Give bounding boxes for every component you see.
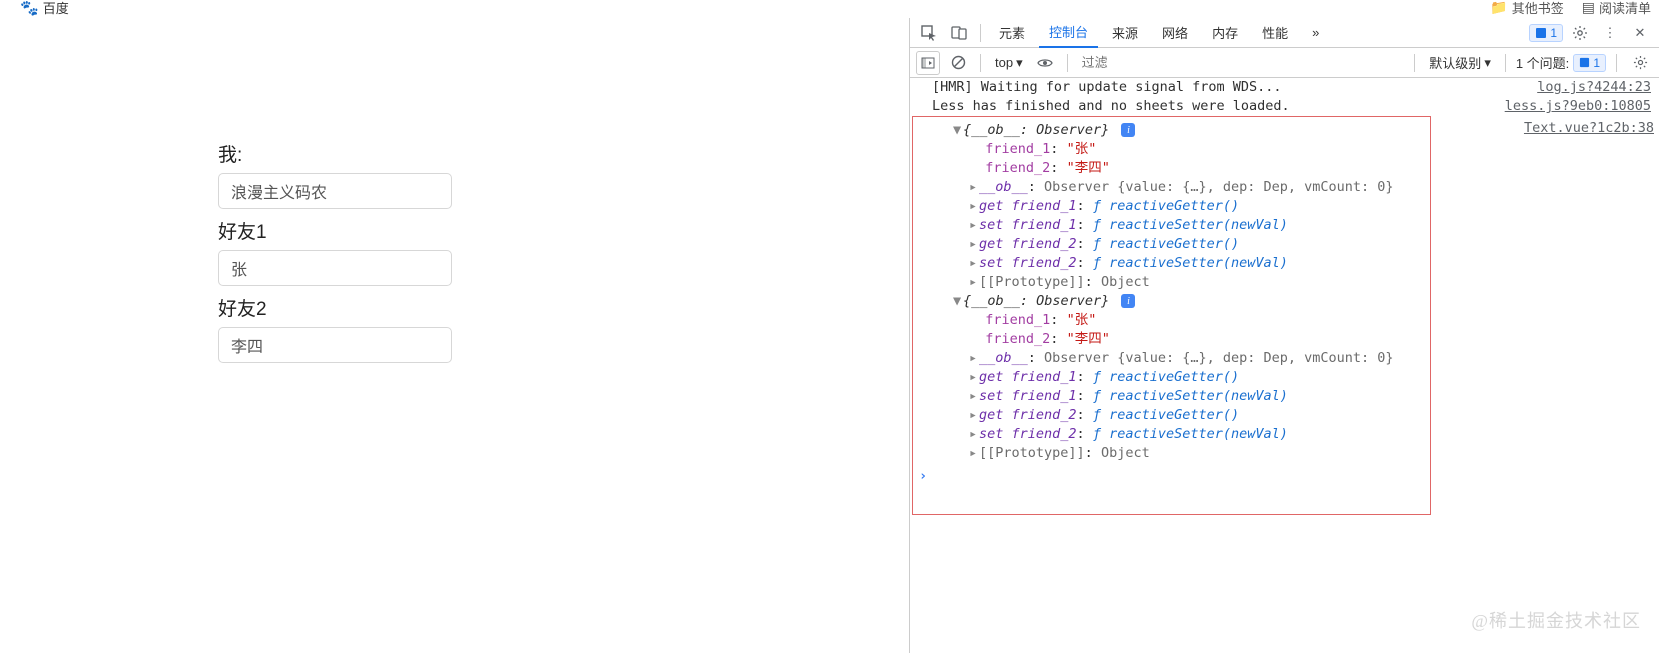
console-sidebar-toggle-icon[interactable] xyxy=(916,51,940,75)
object-property[interactable]: friend_2: "李四" xyxy=(913,330,1430,349)
tab-performance[interactable]: 性能 xyxy=(1252,18,1298,48)
object-accessor[interactable]: ▸get friend_2: ƒ reactiveGetter() xyxy=(913,406,1430,425)
object-accessor[interactable]: ▸set friend_1: ƒ reactiveSetter(newVal) xyxy=(913,216,1430,235)
issue-icon xyxy=(1579,57,1590,68)
object-prototype[interactable]: ▸[[Prototype]]: Object xyxy=(913,273,1430,292)
devtools-tabbar: 元素 控制台 来源 网络 内存 性能 » 1 ⋮ ✕ xyxy=(910,18,1659,48)
me-label: 我: xyxy=(218,140,458,167)
highlighted-console-group: Text.vue?1c2b:38 ▼{__ob__: Observer} i f… xyxy=(912,116,1431,515)
object-property[interactable]: ▸__ob__: Observer {value: {…}, dep: Dep,… xyxy=(913,349,1430,368)
site-identity: 🐾 百度 xyxy=(20,0,69,17)
tab-memory[interactable]: 内存 xyxy=(1202,18,1248,48)
object-accessor[interactable]: ▸set friend_2: ƒ reactiveSetter(newVal) xyxy=(913,254,1430,273)
log-row: Less has finished and no sheets were loa… xyxy=(910,97,1659,116)
reading-list-icon: ▤ xyxy=(1582,0,1595,16)
info-badge-icon[interactable]: i xyxy=(1121,123,1135,137)
object-header[interactable]: ▼{__ob__: Observer} i xyxy=(913,121,1430,140)
object-property[interactable]: ▸__ob__: Observer {value: {…}, dep: Dep,… xyxy=(913,178,1430,197)
object-header[interactable]: ▼{__ob__: Observer} i xyxy=(913,292,1430,311)
log-source-link[interactable]: Text.vue?1c2b:38 xyxy=(1524,119,1654,138)
devtools-close-icon[interactable]: ✕ xyxy=(1627,20,1653,46)
object-accessor[interactable]: ▸get friend_2: ƒ reactiveGetter() xyxy=(913,235,1430,254)
kebab-menu-icon[interactable]: ⋮ xyxy=(1597,20,1623,46)
bookmarks-folder[interactable]: 📁 其他书签 xyxy=(1490,0,1563,17)
tab-elements[interactable]: 元素 xyxy=(989,18,1035,48)
clear-console-icon[interactable] xyxy=(946,51,970,75)
me-input[interactable] xyxy=(218,173,452,209)
baidu-paw-icon: 🐾 xyxy=(20,0,39,17)
object-property[interactable]: friend_2: "李四" xyxy=(913,159,1430,178)
issues-summary-count: 1 xyxy=(1593,56,1600,70)
tab-network[interactable]: 网络 xyxy=(1152,18,1198,48)
device-toolbar-icon[interactable] xyxy=(946,20,972,46)
devtools-panel: 元素 控制台 来源 网络 内存 性能 » 1 ⋮ ✕ top▾ xyxy=(909,18,1659,653)
object-property[interactable]: friend_1: "张" xyxy=(913,140,1430,159)
console-settings-gear-icon[interactable] xyxy=(1627,50,1653,76)
reading-list-label: 阅读清单 xyxy=(1599,0,1651,17)
site-name: 百度 xyxy=(43,0,69,17)
object-accessor[interactable]: ▸get friend_1: ƒ reactiveGetter() xyxy=(913,368,1430,387)
chevron-down-icon: ▾ xyxy=(1484,55,1491,71)
issues-summary[interactable]: 1 个问题: 1 xyxy=(1516,53,1606,72)
console-prompt[interactable]: › xyxy=(913,463,1430,486)
object-accessor[interactable]: ▸set friend_2: ƒ reactiveSetter(newVal) xyxy=(913,425,1430,444)
issue-icon xyxy=(1535,27,1547,39)
console-toolbar: top▾ 默认级别▾ 1 个问题: 1 xyxy=(910,48,1659,78)
chevron-down-icon: ▾ xyxy=(1016,55,1023,71)
execution-context-dropdown[interactable]: top▾ xyxy=(991,55,1027,71)
object-property[interactable]: friend_1: "张" xyxy=(913,311,1430,330)
reading-list[interactable]: ▤ 阅读清单 xyxy=(1582,0,1651,17)
tab-sources[interactable]: 来源 xyxy=(1102,18,1148,48)
log-row: [HMR] Waiting for update signal from WDS… xyxy=(910,78,1659,97)
live-expression-eye-icon[interactable] xyxy=(1033,51,1057,75)
log-level-dropdown[interactable]: 默认级别▾ xyxy=(1425,53,1495,72)
tab-console[interactable]: 控制台 xyxy=(1039,18,1098,48)
execution-context-label: top xyxy=(995,55,1013,70)
friend2-input[interactable] xyxy=(218,327,452,363)
settings-gear-icon[interactable] xyxy=(1567,20,1593,46)
browser-chrome-stub: 🐾 百度 📁 其他书签 ▤ 阅读清单 xyxy=(0,0,1659,13)
issues-badge-count: 1 xyxy=(1550,26,1557,40)
friend1-label: 好友1 xyxy=(218,217,458,244)
inspect-element-icon[interactable] xyxy=(916,20,942,46)
log-source-link[interactable]: less.js?9eb0:10805 xyxy=(1505,97,1651,116)
demo-form: 我: 好友1 好友2 xyxy=(218,140,458,371)
friend1-input[interactable] xyxy=(218,250,452,286)
console-filter-input[interactable] xyxy=(1078,52,1405,74)
bookmarks-folder-label: 其他书签 xyxy=(1512,0,1564,17)
tab-more[interactable]: » xyxy=(1302,18,1329,48)
object-accessor[interactable]: ▸set friend_1: ƒ reactiveSetter(newVal) xyxy=(913,387,1430,406)
issues-summary-label: 1 个问题: xyxy=(1516,53,1569,72)
log-message: [HMR] Waiting for update signal from WDS… xyxy=(932,78,1282,97)
folder-icon: 📁 xyxy=(1490,0,1507,16)
info-badge-icon[interactable]: i xyxy=(1121,294,1135,308)
log-level-label: 默认级别 xyxy=(1429,53,1481,72)
object-prototype[interactable]: ▸[[Prototype]]: Object xyxy=(913,444,1430,463)
friend2-label: 好友2 xyxy=(218,294,458,321)
log-message: Less has finished and no sheets were loa… xyxy=(932,97,1290,116)
issues-badge[interactable]: 1 xyxy=(1529,24,1563,42)
log-source-link[interactable]: log.js?4244:23 xyxy=(1537,78,1651,97)
object-accessor[interactable]: ▸get friend_1: ƒ reactiveGetter() xyxy=(913,197,1430,216)
console-output[interactable]: [HMR] Waiting for update signal from WDS… xyxy=(910,78,1659,653)
